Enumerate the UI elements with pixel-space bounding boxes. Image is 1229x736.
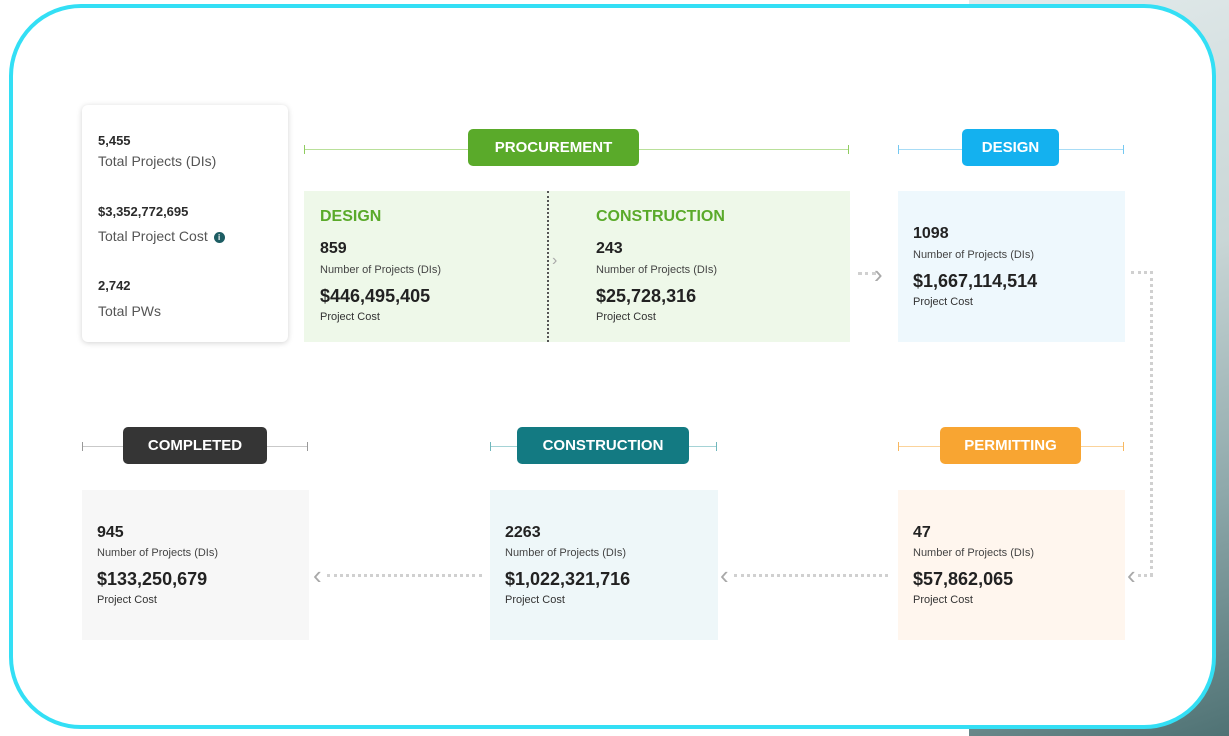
completed-count: 945 xyxy=(97,524,124,541)
permitting-cost: $57,862,065 xyxy=(913,569,1014,589)
arrow-right-icon: › xyxy=(874,259,883,289)
permitting-cost-label: Project Cost xyxy=(913,594,973,606)
design-badge: DESIGN xyxy=(962,129,1059,166)
completed-cost-label: Project Cost xyxy=(97,594,157,606)
arrow-left-icon: ‹ xyxy=(313,560,322,590)
construction-count-label: Number of Projects (DIs) xyxy=(505,547,627,559)
info-icon[interactable]: i xyxy=(213,232,225,243)
completed-badge: COMPLETED xyxy=(123,427,267,464)
construction-line-tick-left xyxy=(490,442,491,451)
completed-card: 945 Number of Projects (DIs) $133,250,67… xyxy=(82,490,309,640)
connector-permitting-construction xyxy=(734,574,888,577)
completed-count-label: Number of Projects (DIs) xyxy=(97,547,219,559)
construction-card: 2263 Number of Projects (DIs) $1,022,321… xyxy=(490,490,718,640)
procurement-design-count-label: Number of Projects (DIs) xyxy=(320,264,442,276)
completed-line-tick-left xyxy=(82,442,83,451)
procurement-badge: PROCUREMENT xyxy=(468,129,639,166)
procurement-line-tick-right xyxy=(848,145,849,154)
design-line-tick-right xyxy=(1123,145,1124,154)
total-pws-value: 2,742 xyxy=(98,278,131,293)
design-cost: $1,667,114,514 xyxy=(913,271,1038,291)
permitting-badge: PERMITTING xyxy=(940,427,1081,464)
total-cost-label: Total Project Cost xyxy=(98,228,208,244)
completed-line-tick-right xyxy=(307,442,308,451)
design-cost-label: Project Cost xyxy=(913,296,973,308)
total-cost-row: Total Project Cost i xyxy=(98,228,225,244)
permitting-line-tick-left xyxy=(898,442,899,451)
procurement-design-cost-label: Project Cost xyxy=(320,311,380,323)
construction-line-tick-right xyxy=(716,442,717,451)
procurement-card: DESIGN 859 Number of Projects (DIs) $446… xyxy=(304,191,850,342)
completed-cost: $133,250,679 xyxy=(97,569,208,589)
procurement-design-heading: DESIGN xyxy=(320,208,382,225)
connector-construction-completed xyxy=(327,574,482,577)
total-pws-label: Total PWs xyxy=(98,303,162,319)
connector-design-permitting xyxy=(1150,271,1153,576)
procurement-construction-heading: CONSTRUCTION xyxy=(596,208,725,225)
construction-cost-label: Project Cost xyxy=(505,594,565,606)
construction-badge: CONSTRUCTION xyxy=(517,427,689,464)
procurement-divider xyxy=(547,191,549,342)
permitting-card: 47 Number of Projects (DIs) $57,862,065 … xyxy=(898,490,1125,640)
procurement-design-cost: $446,495,405 xyxy=(320,286,431,306)
total-cost-value: $3,352,772,695 xyxy=(98,204,189,219)
arrow-left-icon: ‹ xyxy=(720,560,729,590)
construction-count: 2263 xyxy=(505,524,541,541)
procurement-construction-cost: $25,728,316 xyxy=(596,286,697,306)
procurement-design-count: 859 xyxy=(320,240,347,257)
procurement-construction-count: 243 xyxy=(596,240,623,257)
permitting-count-label: Number of Projects (DIs) xyxy=(913,547,1035,559)
procurement-construction-cost-label: Project Cost xyxy=(596,311,656,323)
design-count: 1098 xyxy=(913,225,949,242)
arrow-left-icon: ‹ xyxy=(1127,560,1136,590)
design-line-tick-left xyxy=(898,145,899,154)
construction-cost: $1,022,321,716 xyxy=(505,569,631,589)
permitting-count: 47 xyxy=(913,524,931,541)
design-count-label: Number of Projects (DIs) xyxy=(913,249,1035,261)
total-projects-label: Total Projects (DIs) xyxy=(98,153,217,169)
total-projects-value: 5,455 xyxy=(98,133,131,148)
connector-permitting-bottom xyxy=(1138,574,1153,577)
procurement-construction-count-label: Number of Projects (DIs) xyxy=(596,264,718,276)
design-card: 1098 Number of Projects (DIs) $1,667,114… xyxy=(898,191,1125,342)
procurement-line-tick-left xyxy=(304,145,305,154)
permitting-line-tick-right xyxy=(1123,442,1124,451)
summary-card: 5,455 Total Projects (DIs) $3,352,772,69… xyxy=(82,105,288,342)
procurement-arrow-icon: › xyxy=(552,252,558,269)
